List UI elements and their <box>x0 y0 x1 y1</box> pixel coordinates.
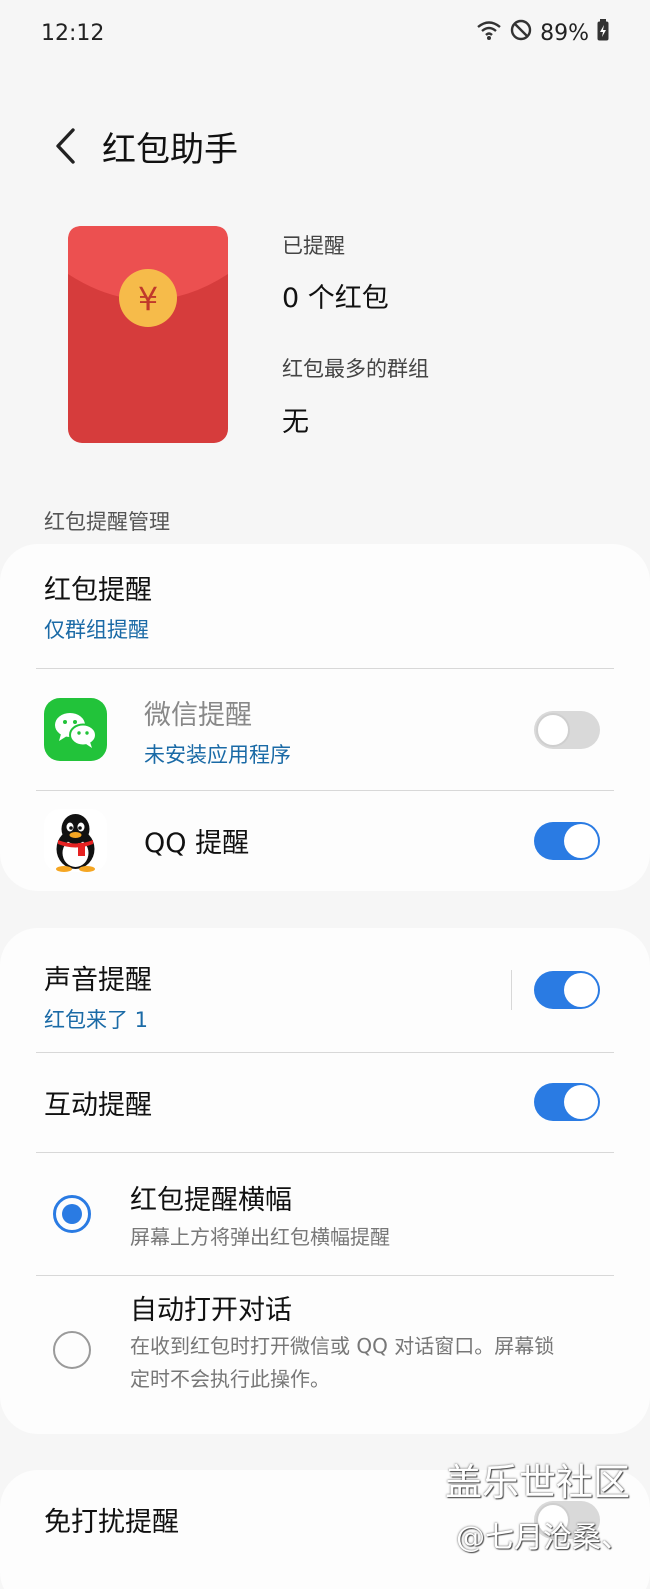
do-not-disturb-icon <box>510 19 532 47</box>
status-icons: 89% <box>476 19 609 47</box>
back-button[interactable] <box>36 118 96 174</box>
status-bar: 12:12 89% <box>0 0 650 66</box>
row-title: 互动提醒 <box>44 1090 152 1121</box>
row-description: 定时不会执行此操作。 <box>130 1367 330 1391</box>
battery-percent: 89% <box>540 20 589 46</box>
sound-toggle[interactable] <box>534 971 600 1009</box>
banner-radio[interactable] <box>53 1195 91 1233</box>
row-subtitle: 红包来了 1 <box>44 1008 149 1032</box>
row-title: 微信提醒 <box>144 700 252 731</box>
vertical-separator <box>511 970 512 1010</box>
row-title: QQ 提醒 <box>144 828 250 859</box>
qq-reminder-row[interactable]: QQ 提醒 <box>0 791 650 891</box>
battery-icon <box>597 19 609 47</box>
app-header: 红包助手 <box>0 118 650 174</box>
auto-open-radio[interactable] <box>53 1331 91 1369</box>
row-title: 自动打开对话 <box>130 1295 292 1326</box>
row-title: 红包提醒 <box>44 575 152 606</box>
row-subtitle: 仅群组提醒 <box>44 618 149 642</box>
top-group-value: 无 <box>282 407 309 438</box>
interactive-reminder-row[interactable]: 互动提醒 <box>0 1053 650 1152</box>
row-title: 免打扰提醒 <box>44 1507 179 1538</box>
row-description: 屏幕上方将弹出红包横幅提醒 <box>130 1225 390 1249</box>
top-group-label: 红包最多的群组 <box>282 357 429 381</box>
row-title: 红包提醒横幅 <box>130 1185 292 1216</box>
qq-toggle[interactable] <box>534 822 600 860</box>
auto-open-option-row[interactable]: 自动打开对话 在收到红包时打开微信或 QQ 对话窗口。屏幕锁 定时不会执行此操作… <box>0 1276 650 1434</box>
row-subtitle: 未安装应用程序 <box>144 743 291 767</box>
wechat-reminder-row[interactable]: 微信提醒 未安装应用程序 <box>0 669 650 790</box>
wifi-icon <box>476 19 502 47</box>
svg-text:¥: ¥ <box>138 280 158 318</box>
qq-icon <box>44 809 107 872</box>
wechat-toggle[interactable] <box>534 711 600 749</box>
reminded-label: 已提醒 <box>282 234 345 258</box>
red-packet-reminder-row[interactable]: 红包提醒 仅群组提醒 <box>0 544 650 668</box>
reminder-card: 红包提醒 仅群组提醒 微信提醒 未安装应用程序 QQ 提醒 <box>0 544 650 891</box>
reminded-count: 0 个红包 <box>282 283 389 314</box>
watermark-author: @七月沧桑、 <box>455 1520 630 1554</box>
wechat-icon <box>44 698 107 761</box>
row-description: 在收到红包时打开微信或 QQ 对话窗口。屏幕锁 <box>130 1334 555 1358</box>
row-title: 声音提醒 <box>44 965 152 996</box>
page-title: 红包助手 <box>102 129 238 170</box>
notification-card: 声音提醒 红包来了 1 互动提醒 红包提醒横幅 屏幕上方将弹出红包横幅提醒 自动… <box>0 928 650 1434</box>
back-arrow-icon <box>56 128 75 164</box>
interactive-toggle[interactable] <box>534 1083 600 1121</box>
banner-option-row[interactable]: 红包提醒横幅 屏幕上方将弹出红包横幅提醒 <box>0 1153 650 1275</box>
watermark-title: 盖乐世社区 <box>445 1461 630 1504</box>
section-title: 红包提醒管理 <box>44 510 170 534</box>
sound-reminder-row[interactable]: 声音提醒 红包来了 1 <box>0 928 650 1052</box>
status-time: 12:12 <box>41 20 105 46</box>
red-envelope-icon: ¥ <box>68 226 228 443</box>
